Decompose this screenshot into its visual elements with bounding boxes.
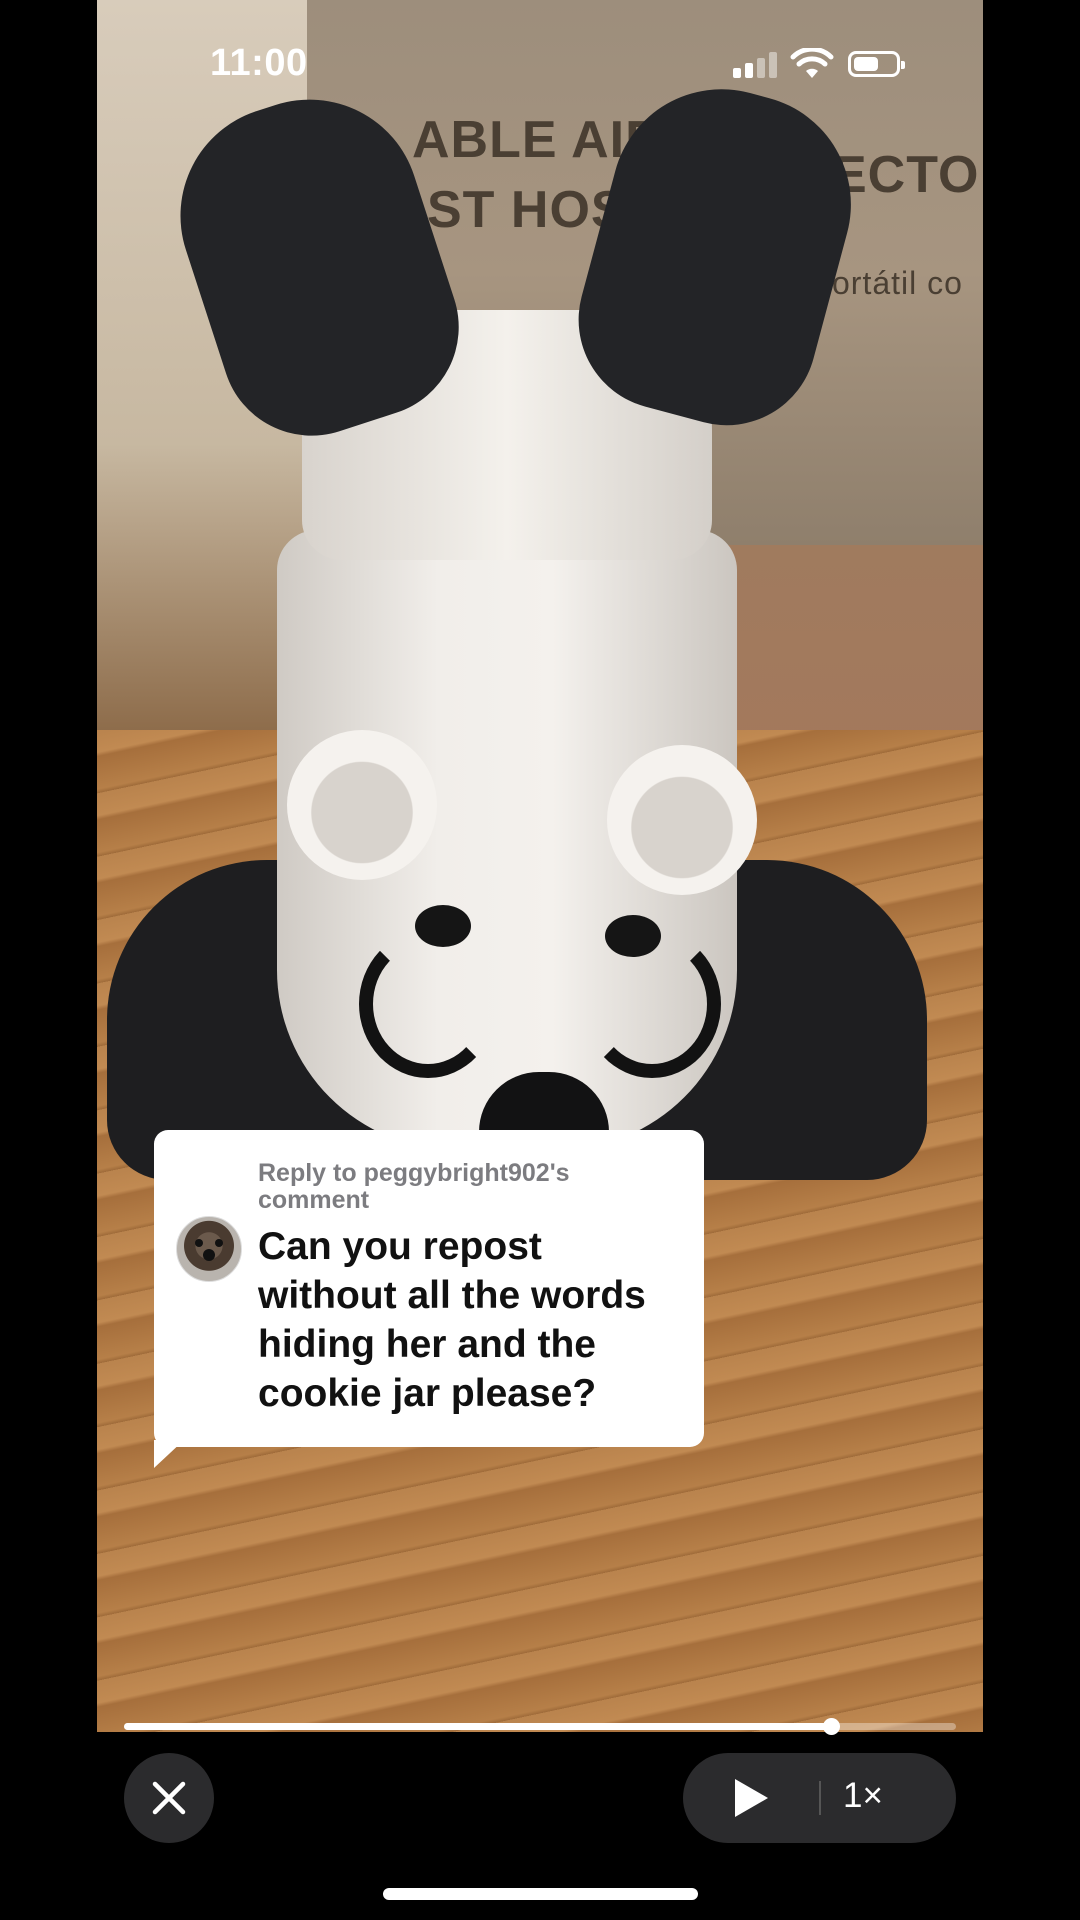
playback-controls: 1×	[683, 1753, 956, 1843]
bubble-tail	[154, 1440, 184, 1468]
comment-text: Can you repost without all the words hid…	[258, 1225, 646, 1415]
commenter-avatar	[176, 1216, 242, 1282]
panda-ear-left	[287, 730, 437, 880]
box-print-line4: ortátil co	[832, 265, 963, 301]
controls-divider	[819, 1781, 821, 1815]
close-button[interactable]	[124, 1753, 214, 1843]
playback-speed-button[interactable]: 1×	[843, 1776, 883, 1816]
panda-pupil-right	[605, 915, 661, 957]
home-indicator[interactable]	[383, 1888, 698, 1900]
progress-fill	[124, 1723, 832, 1730]
status-time: 11:00	[210, 42, 308, 84]
play-icon[interactable]	[735, 1779, 768, 1817]
cellular-signal-icon	[733, 52, 777, 78]
close-icon	[152, 1781, 186, 1815]
panda-eye-patch-left	[359, 930, 497, 1078]
reply-to-label: Reply to peggybright902's comment	[258, 1159, 570, 1214]
progress-scrubber-handle[interactable]	[823, 1718, 841, 1735]
reply-comment-bubble[interactable]: Reply to peggybright902's comment Can yo…	[154, 1130, 704, 1447]
wifi-icon	[790, 48, 834, 78]
video-frame[interactable]: ABLE AIR CO ST HOSE ECTO ortátil co	[97, 0, 983, 1732]
box-print-line3: ECTO	[832, 146, 980, 204]
panda-ear-right	[607, 745, 757, 895]
video-progress-bar[interactable]	[124, 1718, 956, 1735]
battery-icon	[848, 51, 905, 77]
panda-eye-patch-right	[583, 930, 721, 1078]
panda-pupil-left	[415, 905, 471, 947]
